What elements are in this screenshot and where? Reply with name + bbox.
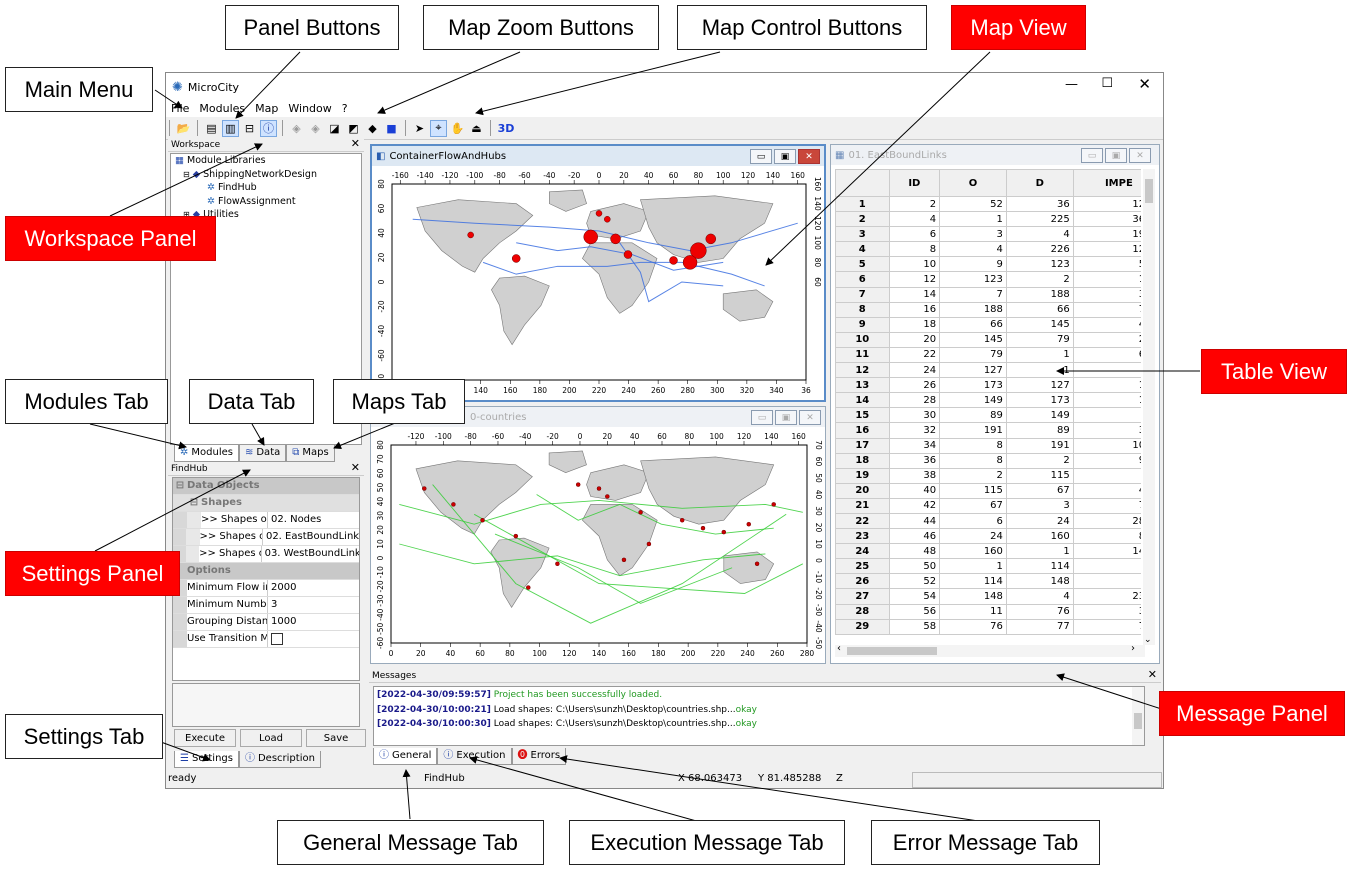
callout-modules-tab: Modules Tab xyxy=(5,379,168,424)
arrow-main-menu xyxy=(154,89,183,109)
arrow-map-view xyxy=(765,51,991,266)
arrow-general-tab xyxy=(402,769,411,820)
callout-message-panel: Message Panel xyxy=(1159,691,1345,736)
arrow-maps-tab xyxy=(333,420,401,450)
callout-data-tab: Data Tab xyxy=(189,379,314,424)
arrow-map-control xyxy=(475,51,721,116)
callout-map-view: Map View xyxy=(951,5,1086,50)
arrow-settings-panel xyxy=(94,469,251,552)
callout-general-message-tab: General Message Tab xyxy=(277,820,544,865)
callout-map-control-buttons: Map Control Buttons xyxy=(677,5,927,50)
arrow-data-tab xyxy=(251,423,265,446)
callout-panel-buttons: Panel Buttons xyxy=(225,5,399,50)
arrow-map-zoom xyxy=(377,51,521,114)
callout-arrows xyxy=(89,51,1200,823)
callout-workspace-panel: Workspace Panel xyxy=(5,216,216,261)
arrow-panel-buttons xyxy=(235,51,301,119)
arrow-modules-tab xyxy=(89,423,187,450)
callout-map-zoom-buttons: Map Zoom Buttons xyxy=(423,5,659,50)
callout-error-message-tab: Error Message Tab xyxy=(871,820,1100,865)
arrow-workspace xyxy=(109,143,263,217)
callout-settings-panel: Settings Panel xyxy=(5,551,180,596)
callout-table-view: Table View xyxy=(1201,349,1347,394)
arrow-error-tab xyxy=(559,755,986,823)
callout-execution-message-tab: Execution Message Tab xyxy=(569,820,845,865)
callout-main-menu: Main Menu xyxy=(5,67,153,112)
callout-maps-tab: Maps Tab xyxy=(333,379,465,424)
arrow-execution-tab xyxy=(469,756,701,823)
callout-settings-tab: Settings Tab xyxy=(5,714,163,759)
